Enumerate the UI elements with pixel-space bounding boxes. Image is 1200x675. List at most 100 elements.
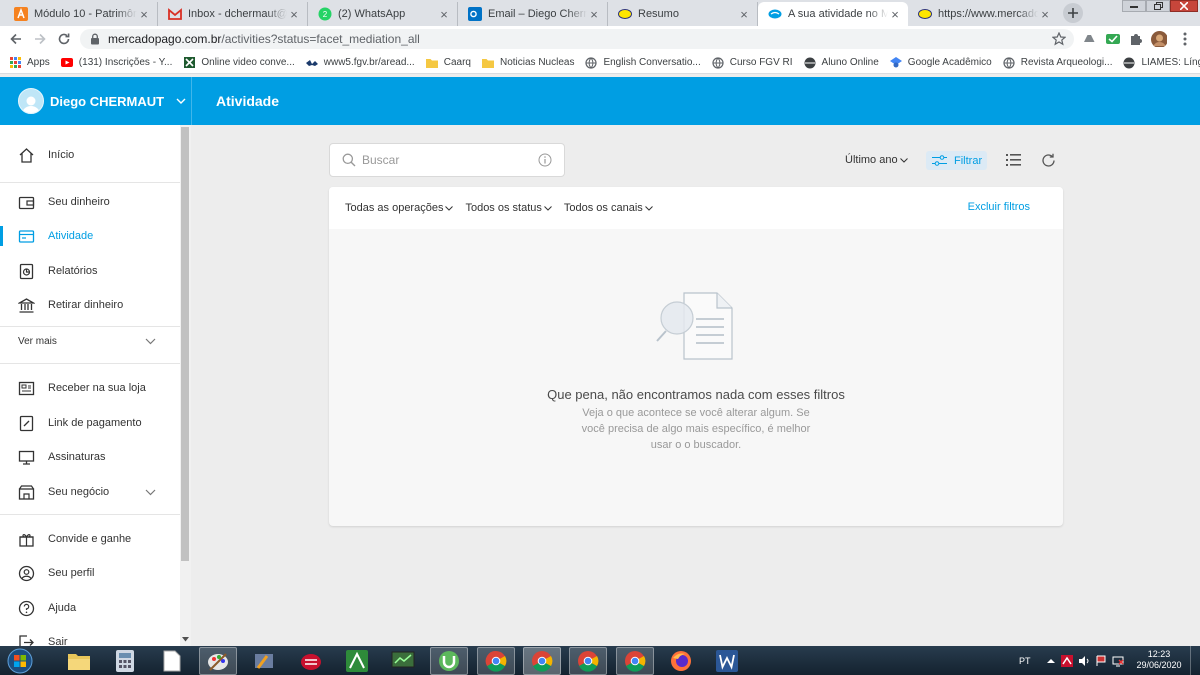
tab-email[interactable]: Email – Diego Chermaut E ×: [458, 2, 608, 26]
close-icon[interactable]: ×: [587, 7, 601, 22]
tab-modulo10[interactable]: Módulo 10 - Patrimônio / ×: [4, 2, 158, 26]
sidebar: Início Seu dinheiro Atividade Relatórios…: [0, 125, 191, 646]
refresh-icon[interactable]: [1041, 153, 1056, 168]
list-view-icon[interactable]: [1006, 153, 1021, 167]
sidebar-item-seu-dinheiro[interactable]: Seu dinheiro: [0, 185, 180, 219]
taskbar-chrome-3[interactable]: [569, 647, 607, 675]
bookmark-google-academico[interactable]: Google Acadêmico: [889, 57, 992, 69]
flag-icon[interactable]: [1095, 655, 1107, 667]
tab-whatsapp[interactable]: 2 (2) WhatsApp ×: [308, 2, 458, 26]
taskbar-chrome-1[interactable]: [477, 647, 515, 675]
bookmark-english[interactable]: English Conversatio...: [585, 56, 701, 69]
forward-arrow-icon[interactable]: [32, 31, 48, 47]
bookmark-apps[interactable]: Apps: [9, 57, 50, 69]
tab-title: https://www.mercadopag: [938, 8, 1038, 20]
new-tab-button[interactable]: [1063, 3, 1083, 23]
taskbar-green-app[interactable]: [338, 647, 376, 675]
taskbar-word[interactable]: [708, 647, 746, 675]
tray-expand-icon[interactable]: [1046, 658, 1055, 664]
taskbar-paint[interactable]: [199, 647, 237, 675]
back-arrow-icon[interactable]: [8, 31, 24, 47]
volume-icon[interactable]: [1078, 655, 1090, 667]
close-icon[interactable]: ×: [137, 7, 151, 22]
bookmark-revista[interactable]: Revista Arqueologi...: [1003, 56, 1112, 69]
taskbar-presentation[interactable]: [384, 647, 422, 675]
sidebar-item-assinaturas[interactable]: Assinaturas: [0, 440, 180, 474]
filter-button[interactable]: Filtrar: [926, 151, 987, 170]
folder-icon: [481, 57, 494, 69]
tab-mercadopago[interactable]: https://www.mercadopag ×: [908, 2, 1058, 26]
sidebar-item-ajuda[interactable]: Ajuda: [0, 591, 180, 625]
sidebar-item-inicio[interactable]: Início: [0, 138, 180, 172]
bookmark-liames[interactable]: LIAMES: Línguas In...: [1123, 57, 1200, 69]
clock[interactable]: 12:23 29/06/2020: [1134, 649, 1184, 671]
bookmark-noticias[interactable]: Noticias Nucleas: [481, 57, 574, 69]
restore-button[interactable]: [1146, 0, 1170, 12]
sidebar-scrollbar-thumb[interactable]: [181, 127, 189, 561]
taskbar-document[interactable]: [153, 647, 191, 675]
taskbar-chrome-4[interactable]: [616, 647, 654, 675]
taskbar-explorer[interactable]: [60, 647, 98, 675]
close-icon[interactable]: ×: [1038, 7, 1052, 22]
filter-status-dropdown[interactable]: Todos os status: [465, 202, 552, 214]
user-menu[interactable]: Diego CHERMAUT: [0, 77, 192, 125]
bookmark-video-converter[interactable]: Online video conve...: [183, 57, 295, 69]
network-icon[interactable]: [1112, 655, 1124, 667]
sidebar-ver-mais[interactable]: Ver mais: [0, 324, 180, 358]
address-bar[interactable]: mercadopago.com.br/activities?status=fac…: [80, 29, 1074, 49]
sidebar-item-sair[interactable]: Sair: [0, 625, 180, 646]
taskbar-tool[interactable]: [245, 647, 283, 675]
period-dropdown[interactable]: Último ano: [845, 154, 908, 166]
taskbar-chrome-2[interactable]: [523, 647, 561, 675]
reload-icon[interactable]: [56, 31, 72, 47]
outlook-icon: [468, 7, 482, 21]
bookmark-youtube[interactable]: (131) Inscrições - Y...: [60, 57, 172, 69]
tab-resumo[interactable]: Resumo ×: [608, 2, 758, 26]
star-icon[interactable]: [1052, 32, 1066, 46]
show-desktop-button[interactable]: [1190, 646, 1200, 675]
close-icon[interactable]: ×: [737, 7, 751, 22]
windows-start-icon[interactable]: [5, 647, 35, 675]
extension-drive-icon[interactable]: [1081, 31, 1097, 47]
tab-atividade[interactable]: A sua atividade no Merca ×: [758, 2, 908, 26]
filter-canais-dropdown[interactable]: Todos os canais: [564, 202, 653, 214]
clear-filters-link[interactable]: Excluir filtros: [968, 201, 1030, 213]
taskbar-calculator[interactable]: [106, 647, 144, 675]
chrome-icon: [485, 650, 507, 672]
sidebar-item-seu-negocio[interactable]: Seu negócio: [0, 475, 180, 509]
x-logo-icon: [183, 57, 195, 69]
search-input[interactable]: Buscar: [329, 143, 565, 177]
close-icon[interactable]: ×: [287, 7, 301, 22]
extension-green-icon[interactable]: [1105, 31, 1121, 47]
sidebar-item-atividade[interactable]: Atividade: [0, 219, 180, 253]
tab-inbox[interactable]: Inbox - dchermaut@gma ×: [158, 2, 308, 26]
results-panel: Todas as operações Todos os status Todos…: [329, 187, 1063, 526]
profile-avatar-icon[interactable]: [1151, 31, 1167, 47]
word-icon: [716, 650, 738, 672]
filter-operacoes-dropdown[interactable]: Todas as operações: [345, 202, 454, 214]
info-icon[interactable]: [538, 153, 552, 167]
sidebar-item-link-pagamento[interactable]: Link de pagamento: [0, 406, 180, 440]
bookmark-fgv[interactable]: www5.fgv.br/aread...: [305, 57, 415, 69]
taskbar-utorrent[interactable]: [430, 647, 468, 675]
tray-app-icon[interactable]: [1060, 654, 1073, 667]
close-icon[interactable]: ×: [437, 7, 451, 22]
bookmark-curso-fgv[interactable]: Curso FGV RI: [712, 56, 793, 69]
sidebar-item-receber-loja[interactable]: Receber na sua loja: [0, 371, 180, 405]
sidebar-item-relatorios[interactable]: Relatórios: [0, 254, 180, 288]
taskbar-firefox[interactable]: [662, 647, 700, 675]
sidebar-item-seu-perfil[interactable]: Seu perfil: [0, 556, 180, 590]
sidebar-item-convide[interactable]: Convide e ganhe: [0, 522, 180, 556]
minimize-button[interactable]: [1122, 0, 1146, 12]
close-window-button[interactable]: [1170, 0, 1198, 12]
taskbar-red-app[interactable]: [292, 647, 330, 675]
close-icon[interactable]: ×: [888, 7, 902, 22]
sidebar-item-retirar-dinheiro[interactable]: Retirar dinheiro: [0, 288, 180, 322]
extensions-puzzle-icon[interactable]: [1128, 31, 1144, 47]
bookmark-aluno-online[interactable]: Aluno Online: [804, 57, 879, 69]
language-indicator[interactable]: PT: [1019, 656, 1031, 666]
report-icon: [18, 263, 35, 280]
bookmark-caarq[interactable]: Caarq: [425, 57, 471, 69]
scroll-down-arrow-icon[interactable]: [182, 637, 189, 642]
more-menu-icon[interactable]: [1177, 31, 1193, 47]
